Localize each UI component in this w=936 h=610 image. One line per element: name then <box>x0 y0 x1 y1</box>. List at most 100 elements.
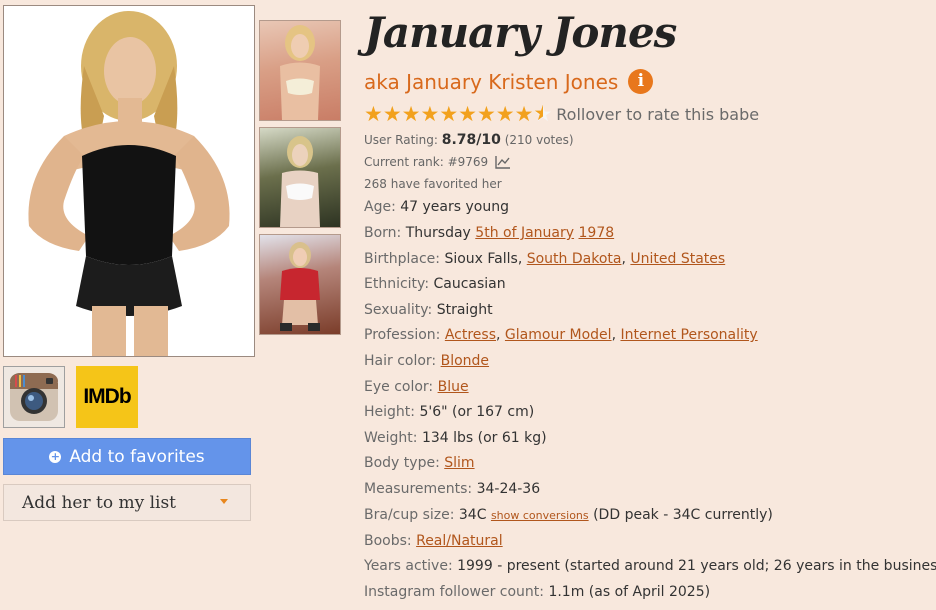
detail-measurements: Measurements: 34-24-36 <box>364 481 540 497</box>
ethnicity-value: Caucasian <box>433 276 506 292</box>
star-icon[interactable]: ★ <box>383 102 402 126</box>
birthplace-separator: , <box>621 251 626 267</box>
star-icon[interactable]: ★ <box>515 102 534 126</box>
detail-instagram-followers: Instagram follower count: 1.1m (as of Ap… <box>364 584 710 600</box>
born-date-link[interactable]: 5th of January <box>475 225 574 241</box>
detail-height: Height: 5'6" (or 167 cm) <box>364 404 534 420</box>
add-to-favorites-label: Add to favorites <box>69 446 205 467</box>
add-to-list-dropdown[interactable]: Add her to my list <box>3 484 251 521</box>
aka-line: aka January Kristen Jones i <box>364 69 654 94</box>
star-icon[interactable]: ★ <box>402 102 421 126</box>
star-icon[interactable]: ★ <box>364 102 383 126</box>
gallery-thumbnail-3[interactable] <box>259 234 341 335</box>
hair-color-label: Hair color: <box>364 353 437 369</box>
thumbnail-illustration-3 <box>280 242 320 331</box>
body-type-label: Body type: <box>364 455 440 471</box>
weight-value: 134 lbs (or 61 kg) <box>421 430 547 446</box>
user-rating-votes: (210 votes) <box>504 133 574 147</box>
detail-sexuality: Sexuality: Straight <box>364 302 493 318</box>
profession-link[interactable]: Glamour Model <box>505 327 612 343</box>
star-row[interactable]: ★★★★★★★★★★★ <box>364 102 552 126</box>
eye-color-label: Eye color: <box>364 379 434 395</box>
photo-illustration <box>4 6 254 356</box>
detail-eye-color: Eye color: Blue <box>364 379 469 395</box>
current-rank-text: Current rank: #9769 <box>364 155 489 169</box>
birthplace-city: Sioux Falls, <box>444 251 523 267</box>
boobs-label: Boobs: <box>364 533 412 549</box>
instagram-followers-label: Instagram follower count: <box>364 584 544 600</box>
main-profile-photo[interactable] <box>3 5 255 357</box>
star-fill: ★ <box>533 102 542 124</box>
user-rating: User Rating: 8.78/10 (210 votes) <box>364 132 574 148</box>
aka-text: aka January Kristen Jones <box>364 69 619 94</box>
gallery-thumbnail-2[interactable] <box>259 127 341 228</box>
thumbnail-illustration-1 <box>280 25 320 120</box>
age-label: Age: <box>364 199 396 215</box>
bra-size-note: (DD peak - 34C currently) <box>593 507 773 523</box>
detail-bra-size: Bra/cup size: 34C show conversions (DD p… <box>364 507 773 523</box>
detail-years-active: Years active: 1999 - present (started ar… <box>364 558 936 574</box>
sexuality-value: Straight <box>436 302 493 318</box>
imdb-logo-text: IMDb <box>83 385 131 408</box>
eye-color-link[interactable]: Blue <box>438 379 469 395</box>
star-icon[interactable]: ★ <box>477 102 496 126</box>
detail-body-type: Body type: Slim <box>364 455 475 471</box>
gallery-thumbnail-1[interactable] <box>259 20 341 121</box>
star-icon[interactable]: ★★ <box>533 102 552 126</box>
measurements-label: Measurements: <box>364 481 473 497</box>
info-icon[interactable]: i <box>628 69 654 94</box>
current-rank: Current rank: #9769 <box>364 155 511 169</box>
birthplace-label: Birthplace: <box>364 251 440 267</box>
user-rating-value: 8.78/10 <box>441 132 501 148</box>
chart-icon[interactable] <box>495 155 511 169</box>
detail-born: Born: Thursday 5th of January 1978 <box>364 225 614 241</box>
years-active-value: 1999 - present (started around 21 years … <box>457 558 936 574</box>
born-weekday: Thursday <box>405 225 471 241</box>
imdb-link[interactable]: IMDb <box>76 366 138 428</box>
height-value: 5'6" (or 167 cm) <box>419 404 535 420</box>
detail-hair-color: Hair color: Blonde <box>364 353 489 369</box>
detail-profession: Profession: Actress, Glamour Model, Inte… <box>364 327 758 343</box>
thumbnail-illustration-2 <box>280 136 320 227</box>
born-label: Born: <box>364 225 402 241</box>
profession-link[interactable]: Internet Personality <box>620 327 757 343</box>
add-to-favorites-button[interactable]: + Add to favorites <box>3 438 251 475</box>
profession-label: Profession: <box>364 327 441 343</box>
instagram-link[interactable] <box>3 366 65 428</box>
favorited-count: 268 have favorited her <box>364 177 502 191</box>
ethnicity-label: Ethnicity: <box>364 276 430 292</box>
instagram-icon <box>10 373 58 421</box>
add-to-list-label: Add her to my list <box>22 493 177 513</box>
birthplace-state-link[interactable]: South Dakota <box>527 251 622 267</box>
hair-color-link[interactable]: Blonde <box>441 353 489 369</box>
sexuality-label: Sexuality: <box>364 302 433 318</box>
user-rating-label: User Rating: <box>364 133 438 147</box>
birthplace-country-link[interactable]: United States <box>630 251 725 267</box>
star-icon[interactable]: ★ <box>496 102 515 126</box>
instagram-followers-value: 1.1m (as of April 2025) <box>548 584 711 600</box>
born-year-link[interactable]: 1978 <box>579 225 615 241</box>
detail-age: Age: 47 years young <box>364 199 509 215</box>
bra-size-label: Bra/cup size: <box>364 507 455 523</box>
plus-circle-icon: + <box>49 449 62 463</box>
show-conversions-link[interactable]: show conversions <box>491 509 589 522</box>
star-icon[interactable]: ★ <box>458 102 477 126</box>
star-icon[interactable]: ★ <box>420 102 439 126</box>
age-value: 47 years young <box>400 199 509 215</box>
measurements-value: 34-24-36 <box>476 481 541 497</box>
profession-link[interactable]: Actress <box>445 327 496 343</box>
height-label: Height: <box>364 404 415 420</box>
detail-boobs: Boobs: Real/Natural <box>364 533 503 549</box>
bra-size-value: 34C <box>458 507 487 523</box>
star-icon[interactable]: ★ <box>439 102 458 126</box>
profile-name: January Jones <box>364 8 677 57</box>
detail-birthplace: Birthplace: Sioux Falls, South Dakota, U… <box>364 251 725 267</box>
detail-weight: Weight: 134 lbs (or 61 kg) <box>364 430 547 446</box>
detail-ethnicity: Ethnicity: Caucasian <box>364 276 506 292</box>
years-active-label: Years active: <box>364 558 453 574</box>
weight-label: Weight: <box>364 430 418 446</box>
caret-down-icon <box>220 499 228 504</box>
body-type-link[interactable]: Slim <box>444 455 474 471</box>
rating-stars[interactable]: ★★★★★★★★★★★ Rollover to rate this babe <box>364 102 759 126</box>
boobs-link[interactable]: Real/Natural <box>416 533 503 549</box>
